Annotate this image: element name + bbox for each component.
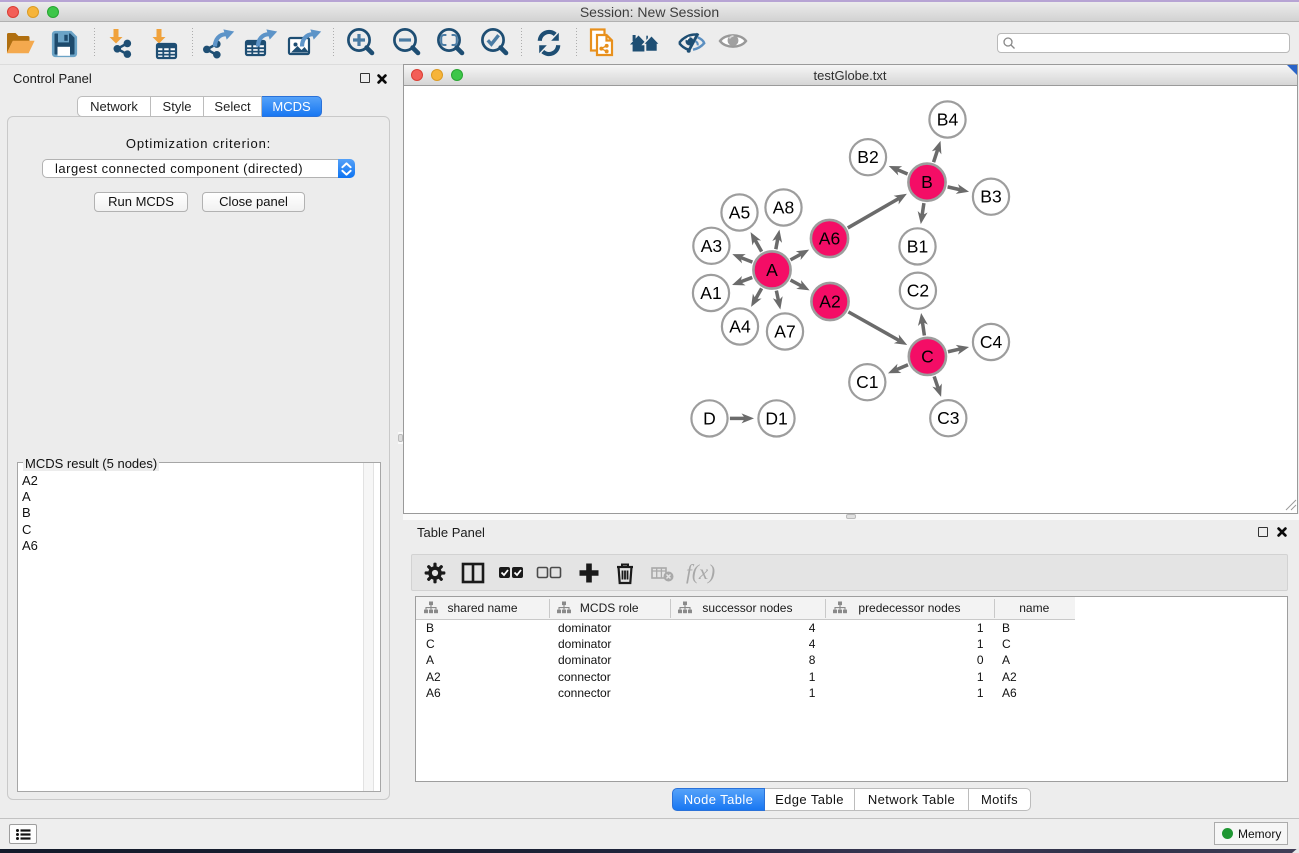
svg-text:B3: B3 bbox=[980, 187, 1001, 207]
svg-text:B1: B1 bbox=[907, 236, 928, 256]
svg-text:A5: A5 bbox=[729, 203, 750, 223]
svg-text:C: C bbox=[921, 346, 934, 366]
svg-text:A4: A4 bbox=[729, 317, 751, 337]
svg-text:A3: A3 bbox=[701, 236, 722, 256]
svg-text:A1: A1 bbox=[700, 283, 721, 303]
svg-text:A: A bbox=[766, 260, 778, 280]
svg-text:A2: A2 bbox=[819, 292, 840, 312]
svg-text:A8: A8 bbox=[773, 198, 794, 218]
svg-text:C3: C3 bbox=[937, 408, 959, 428]
svg-text:B2: B2 bbox=[857, 147, 878, 167]
svg-text:B4: B4 bbox=[937, 110, 959, 130]
svg-text:A7: A7 bbox=[774, 322, 795, 342]
svg-text:C1: C1 bbox=[856, 372, 878, 392]
svg-text:B: B bbox=[921, 172, 933, 192]
svg-text:C2: C2 bbox=[907, 281, 929, 301]
svg-text:C4: C4 bbox=[980, 332, 1003, 352]
svg-text:A6: A6 bbox=[819, 229, 840, 249]
svg-text:D1: D1 bbox=[765, 408, 787, 428]
svg-text:D: D bbox=[703, 408, 716, 428]
